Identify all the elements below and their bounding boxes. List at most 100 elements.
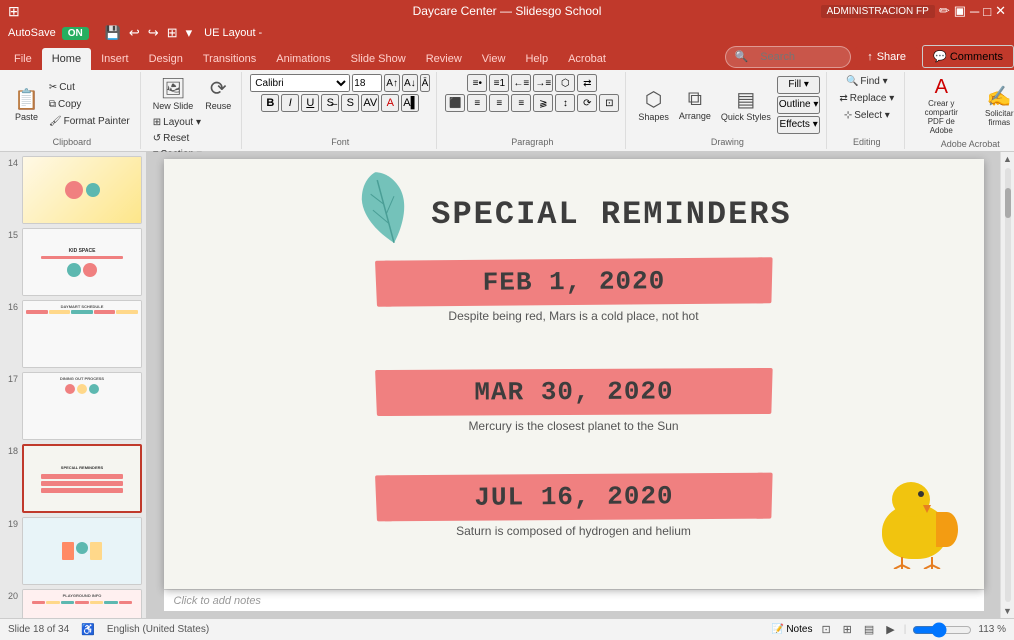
slide-thumb-20[interactable]: PLAYGROUND INFO [22, 589, 142, 618]
bullets-btn[interactable]: ≡• [467, 74, 487, 92]
shapes-button[interactable]: ⬡ Shapes [634, 85, 673, 124]
view-reading-btn[interactable]: ▤ [861, 622, 877, 637]
slide-thumb-17[interactable]: DINING OUT PROCESS [22, 372, 142, 440]
linespace-btn[interactable]: ↕ [555, 94, 575, 112]
redo-icon[interactable]: ↪ [146, 25, 161, 41]
clear-format-btn[interactable]: Ā [420, 74, 431, 92]
paste-button[interactable]: 📋 Paste [10, 85, 43, 124]
reset-button[interactable]: ↺ Reset [149, 131, 206, 146]
highlight-btn[interactable]: A▌ [401, 94, 419, 112]
quick-styles-button[interactable]: ▤ Quick Styles [717, 85, 775, 124]
slide-item-17[interactable]: 17 DINING OUT PROCESS [4, 372, 142, 440]
request-sign-button[interactable]: ✍ Solicitar firmas [971, 82, 1014, 129]
replace-button[interactable]: ⇄ Replace ▾ [835, 91, 898, 106]
tab-transitions[interactable]: Transitions [193, 48, 266, 70]
autosave-toggle[interactable]: ON [62, 27, 89, 40]
arrange-button[interactable]: ⧉ Arrange [675, 86, 715, 123]
create-pdf-button[interactable]: A Crear y compartir PDF de Adobe [913, 74, 969, 137]
textalign-btn[interactable]: ⊡ [599, 94, 619, 112]
font-size-input[interactable] [352, 74, 382, 92]
justify-btn[interactable]: ≡ [511, 94, 531, 112]
strikethrough-btn[interactable]: S̶ [321, 94, 339, 112]
slide-item-20[interactable]: 20 PLAYGROUND INFO [4, 589, 142, 618]
find-button[interactable]: 🔍 Find ▾ [842, 74, 892, 89]
tab-slideshow[interactable]: Slide Show [341, 48, 416, 70]
format-painter-button[interactable]: 🖌Format Painter [45, 114, 134, 129]
save-icon[interactable]: 💾 [103, 25, 123, 41]
dropdown-icon[interactable]: ▾ [184, 25, 195, 41]
copy-button[interactable]: ⧉Copy [45, 97, 134, 112]
numbering-btn[interactable]: ≡1 [489, 74, 509, 92]
minimize-btn[interactable]: ─ [970, 4, 979, 19]
slide-item-16[interactable]: 16 DAYMART SCHEDULE [4, 300, 142, 368]
slide-item-14[interactable]: 14 [4, 156, 142, 224]
tab-animations[interactable]: Animations [266, 48, 340, 70]
new-slide-button[interactable]: 🖼 New Slide [149, 74, 198, 113]
shadow-btn[interactable]: S [341, 94, 359, 112]
reminder-3-date: JUL 16, 2020 [474, 481, 673, 512]
status-bar: Slide 18 of 34 ♿ English (United States)… [0, 618, 1014, 640]
font-increase-btn[interactable]: A↑ [384, 74, 400, 92]
font-family-select[interactable]: Calibri [250, 74, 350, 92]
scroll-up-btn[interactable]: ▲ [1001, 152, 1014, 166]
slide-thumb-18[interactable]: SPECIAL REMINDERS [22, 444, 142, 513]
slide-item-19[interactable]: 19 [4, 517, 142, 585]
increase-indent-btn[interactable]: →≡ [533, 74, 553, 92]
slide-panel: 14 15 [0, 152, 147, 618]
tab-design[interactable]: Design [139, 48, 193, 70]
textdirection-btn[interactable]: ⟳ [577, 94, 597, 112]
view-normal-btn[interactable]: ⊡ [818, 622, 833, 637]
slide-item-18[interactable]: 18 SPECIAL REMINDERS [4, 444, 142, 513]
shape-effects-btn[interactable]: Effects ▾ [777, 116, 820, 134]
close-btn[interactable]: ✕ [995, 3, 1006, 19]
tab-file[interactable]: File [4, 48, 42, 70]
replace-icon: ⇄ [839, 93, 847, 104]
smartart-btn[interactable]: ⬡ [555, 74, 575, 92]
cut-button[interactable]: ✂Cut [45, 80, 134, 95]
reuse-slide-button[interactable]: ⟳ Reuse [201, 74, 235, 113]
slide-thumb-19[interactable] [22, 517, 142, 585]
view-slideshow-btn[interactable]: ▶ [883, 622, 897, 637]
tab-review[interactable]: Review [416, 48, 472, 70]
scroll-down-btn[interactable]: ▼ [1001, 604, 1014, 618]
tab-help[interactable]: Help [515, 48, 558, 70]
comments-button[interactable]: 💬 Comments [922, 45, 1014, 68]
layout-icon[interactable]: ⊞ [165, 25, 180, 41]
slide-item-15[interactable]: 15 KID SPACE [4, 228, 142, 296]
notes-icon: 📝 [772, 624, 784, 635]
view-slide-sorter-btn[interactable]: ⊞ [840, 622, 855, 637]
format-painter-icon: 🖌 [49, 116, 62, 127]
tab-acrobat[interactable]: Acrobat [558, 48, 616, 70]
adobe-group: A Crear y compartir PDF de Adobe ✍ Solic… [907, 72, 1014, 149]
align-right-btn[interactable]: ≡ [489, 94, 509, 112]
fontcolor-btn[interactable]: A [381, 94, 399, 112]
search-input[interactable] [752, 49, 842, 65]
scroll-thumb[interactable] [1005, 188, 1011, 218]
tab-view[interactable]: View [472, 48, 516, 70]
underline-btn[interactable]: U [301, 94, 319, 112]
notes-bar[interactable]: Click to add notes [164, 589, 984, 611]
undo-icon[interactable]: ↩ [127, 25, 142, 41]
slide-thumb-15[interactable]: KID SPACE [22, 228, 142, 296]
shape-outline-btn[interactable]: Outline ▾ [777, 96, 820, 114]
shape-fill-btn[interactable]: Fill ▾ [777, 76, 820, 94]
slide-thumb-16[interactable]: DAYMART SCHEDULE [22, 300, 142, 368]
font-decrease-btn[interactable]: A↓ [402, 74, 418, 92]
select-button[interactable]: ⊹ Select ▾ [840, 108, 894, 123]
notes-btn[interactable]: 📝 Notes [772, 624, 813, 635]
tab-insert[interactable]: Insert [91, 48, 139, 70]
italic-btn[interactable]: I [281, 94, 299, 112]
bold-btn[interactable]: B [261, 94, 279, 112]
share-button[interactable]: ↑ Share [855, 47, 918, 67]
convert-btn[interactable]: ⇄ [577, 74, 597, 92]
tab-home[interactable]: Home [42, 48, 91, 70]
zoom-slider[interactable] [912, 624, 972, 636]
align-center-btn[interactable]: ≡ [467, 94, 487, 112]
align-left-btn[interactable]: ⬛ [445, 94, 465, 112]
slide-thumb-14[interactable] [22, 156, 142, 224]
decrease-indent-btn[interactable]: ←≡ [511, 74, 531, 92]
charspace-btn[interactable]: AV [361, 94, 379, 112]
layout-button[interactable]: ⊞ Layout ▾ [149, 115, 206, 130]
maximize-btn[interactable]: □ [983, 4, 991, 19]
columns-btn[interactable]: ⫺ [533, 94, 553, 112]
